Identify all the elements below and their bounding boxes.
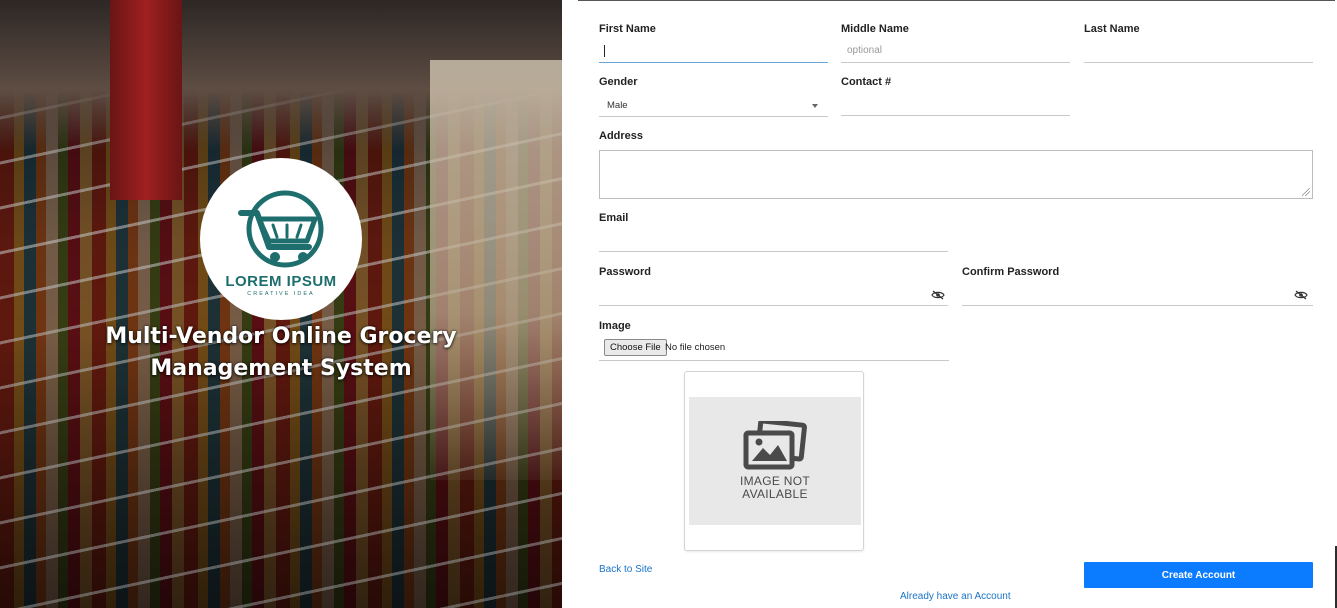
email-label: Email <box>599 212 629 224</box>
image-label: Image <box>599 320 631 332</box>
middle-name-input[interactable] <box>841 39 1070 63</box>
create-account-button[interactable]: Create Account <box>1084 562 1313 588</box>
password-input[interactable] <box>599 282 948 306</box>
registration-form: First Name Middle Name Last Name Gender … <box>578 0 1335 608</box>
gender-selected-value: Male <box>607 100 628 111</box>
address-textarea[interactable] <box>599 150 1313 199</box>
address-label: Address <box>599 130 644 142</box>
login-link[interactable]: Already have an Account <box>900 591 1011 602</box>
eye-slash-icon[interactable] <box>931 290 945 300</box>
brand-logo: LOREM IPSUM CREATIVE IDEA <box>200 158 362 320</box>
middle-name-label: Middle Name <box>841 23 909 35</box>
logo-tagline: CREATIVE IDEA <box>247 291 315 297</box>
contact-input[interactable] <box>841 92 1070 116</box>
email-input[interactable] <box>599 228 948 252</box>
image-preview: IMAGE NOT AVAILABLE <box>684 371 864 551</box>
eye-slash-icon[interactable] <box>1294 290 1308 300</box>
hero-background: LOREM IPSUM CREATIVE IDEA Multi-Vendor O… <box>0 0 562 608</box>
hero-aisle <box>430 60 562 480</box>
preview-text-line2: AVAILABLE <box>742 487 808 501</box>
shopping-cart-icon <box>238 190 324 268</box>
confirm-password-label: Confirm Password <box>962 266 1060 278</box>
last-name-label: Last Name <box>1084 23 1140 35</box>
gender-label: Gender <box>599 76 638 88</box>
image-file-input: Choose File No file chosen <box>599 337 949 361</box>
choose-file-button[interactable]: Choose File <box>604 339 667 356</box>
first-name-label: First Name <box>599 23 656 35</box>
text-caret <box>604 45 605 57</box>
contact-label: Contact # <box>841 76 892 88</box>
system-title: Multi-Vendor Online Grocery Management S… <box>105 324 457 381</box>
hero-pillar <box>110 0 182 200</box>
last-name-input[interactable] <box>1084 39 1313 63</box>
logo-name: LOREM IPSUM <box>225 273 337 290</box>
resize-grip-icon[interactable] <box>1302 188 1310 196</box>
confirm-password-input[interactable] <box>962 282 1313 306</box>
gender-select[interactable]: Male <box>599 93 828 117</box>
card-gutter <box>562 0 578 548</box>
file-status: No file chosen <box>665 342 726 353</box>
preview-placeholder: IMAGE NOT AVAILABLE <box>689 397 861 525</box>
image-placeholder-icon <box>743 421 807 470</box>
first-name-input[interactable] <box>599 39 828 63</box>
password-label: Password <box>599 266 651 278</box>
back-to-site-link[interactable]: Back to Site <box>599 564 652 575</box>
chevron-down-icon <box>812 104 818 108</box>
